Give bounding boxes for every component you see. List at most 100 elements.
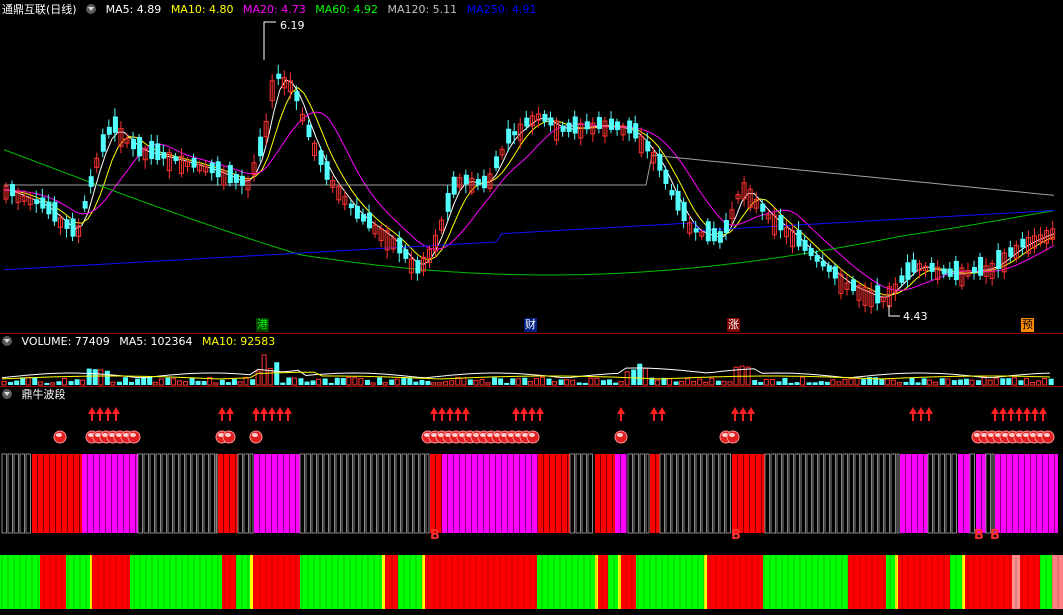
candle-body (294, 91, 300, 102)
volume-bar (365, 379, 370, 385)
candle-body (481, 175, 487, 189)
band-bar (526, 454, 532, 533)
candle-body (52, 201, 58, 222)
event-tag-cai[interactable]: 财 (524, 318, 537, 332)
volume-bar (976, 380, 982, 385)
band-bar (514, 454, 520, 533)
volume-bar (291, 377, 297, 386)
band-bar (1007, 454, 1013, 533)
volume-bar (280, 382, 286, 385)
volume-bar (667, 377, 672, 386)
band-bar-neutral (671, 453, 677, 534)
band-bar-neutral (890, 453, 896, 534)
band-bar (520, 454, 526, 533)
candle-body (233, 174, 239, 183)
volume-bar (425, 380, 431, 385)
volume-bar (152, 381, 158, 386)
band-bar (88, 454, 94, 533)
event-tag-zhang[interactable]: 涨 (727, 318, 740, 332)
trend-strip-segment (595, 555, 598, 609)
volume-bar (286, 377, 292, 385)
candle-body (808, 248, 814, 257)
high-marker-line (263, 21, 276, 60)
candle-body (802, 239, 808, 251)
volume-bar (1042, 378, 1048, 386)
candle-body (64, 219, 70, 229)
event-tag-gang[interactable]: 港 (256, 318, 269, 332)
candle-body (1020, 238, 1026, 248)
band-bar-neutral (945, 453, 951, 534)
dropdown-circle-icon[interactable] (86, 4, 97, 14)
band-bar (656, 454, 660, 533)
volume-bar (92, 369, 98, 385)
volume-bar (1, 380, 7, 386)
volume-bar (613, 382, 619, 385)
volume-bar (685, 378, 691, 386)
trend-strip-segment (250, 555, 253, 609)
volume-bar (1000, 378, 1006, 385)
indicator-legend: 鼎牛波段 (2, 387, 72, 403)
up-arrow-icon (276, 407, 284, 414)
volume-bar (703, 381, 709, 386)
up-arrow-icon (528, 407, 536, 414)
up-arrow-icon (88, 407, 96, 414)
trend-strip-segment (1020, 555, 1040, 609)
band-bar (958, 454, 964, 533)
band-bar-neutral (939, 453, 945, 534)
candle-body (584, 121, 590, 130)
volume-ma10: MA10: 92583 (201, 335, 276, 348)
volume-bar (176, 380, 182, 386)
trend-strip-segment (598, 555, 608, 609)
candlestick-chart[interactable] (0, 0, 1063, 333)
buy-signal-label: B (990, 528, 1000, 543)
volume-bar (890, 379, 896, 386)
candle-body (814, 255, 820, 262)
band-bar (595, 454, 601, 533)
volume-bar (449, 380, 455, 386)
candle-body (711, 228, 717, 242)
dropdown-circle-icon[interactable] (2, 336, 12, 346)
volume-bar (147, 377, 153, 385)
volume-bar (588, 377, 594, 386)
band-bar-neutral (419, 453, 425, 534)
volume-bar (1006, 378, 1012, 385)
up-arrow-icon (252, 407, 260, 414)
trend-strip-segment (385, 555, 398, 609)
band-bar-neutral (788, 453, 794, 534)
band-bar (272, 454, 278, 533)
candle-body (596, 117, 602, 129)
band-bar-neutral (677, 453, 683, 534)
volume-bar (721, 380, 727, 386)
indicator-pane[interactable]: 鼎牛波段 B B B B (0, 387, 1063, 615)
signal-ball-icon (614, 430, 628, 444)
band-bar (454, 454, 460, 533)
volume-bar (951, 380, 957, 385)
dropdown-circle-icon[interactable] (2, 389, 12, 399)
trend-strip-segment (300, 555, 382, 609)
signal-ball-highlight (130, 433, 136, 437)
volume-bar (848, 378, 854, 386)
band-bar (601, 454, 607, 533)
candle-body (306, 124, 312, 138)
band-bar (74, 454, 80, 533)
band-bar (562, 454, 568, 533)
volume-bar (654, 379, 660, 386)
band-indicator-chart[interactable] (0, 387, 1063, 615)
band-bar-neutral (627, 453, 633, 534)
high-price-label: 6.19 (280, 19, 305, 32)
price-pane[interactable]: 通鼎互联(日线) MA5: 4.89 MA10: 4.80 MA20: 4.73… (0, 0, 1063, 333)
volume-bar (691, 381, 697, 386)
band-bar-neutral (389, 453, 395, 534)
signal-ball-icon (249, 430, 263, 444)
volume-bar (763, 378, 769, 386)
volume-pane[interactable]: VOLUME: 77409 MA5: 102364 MA10: 92583 (0, 334, 1063, 386)
volume-bar (957, 379, 963, 385)
band-bar (56, 454, 62, 533)
event-tag-yu[interactable]: 预 (1021, 318, 1034, 332)
band-bar-neutral (782, 453, 788, 534)
band-bar (982, 454, 986, 533)
band-bar-neutral (645, 453, 650, 534)
volume-bar (533, 378, 539, 386)
volume-bar (939, 378, 945, 385)
candle-body (705, 221, 711, 242)
